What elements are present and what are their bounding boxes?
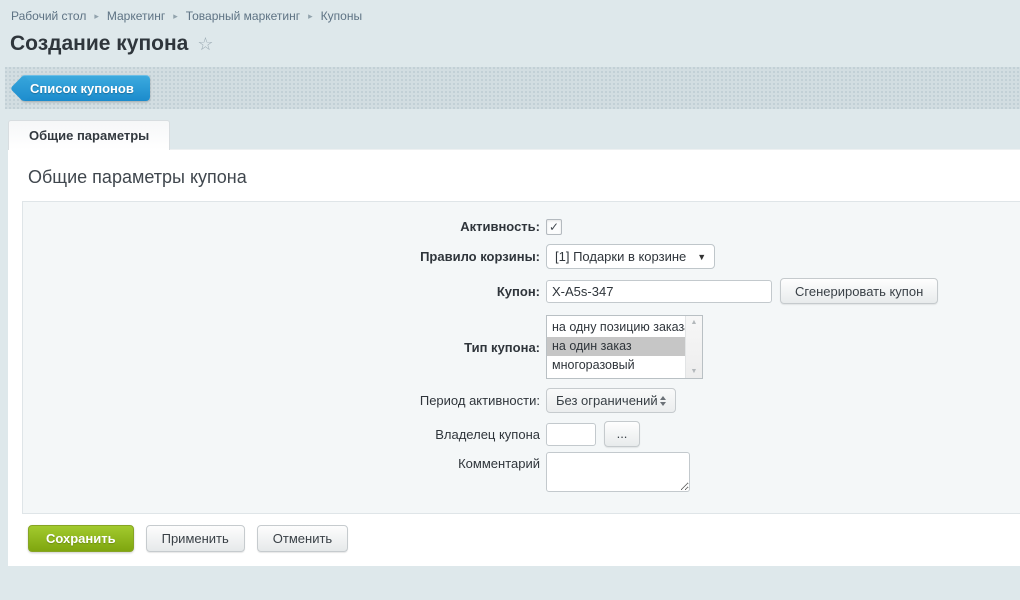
breadcrumb-separator-icon: ▸ [94,10,99,22]
scroll-up-icon[interactable]: ▲ [691,319,698,326]
basket-rule-select[interactable]: [1] Подарки в корзине ▼ [546,244,715,269]
active-period-label: Период активности: [23,392,546,409]
breadcrumb-item-coupons[interactable]: Купоны [321,9,362,23]
coupon-type-scrollbar[interactable]: ▲ ▼ [685,316,702,378]
coupon-type-option-single-item[interactable]: на одну позицию заказа [547,318,685,337]
coupon-type-label: Тип купона: [23,339,546,356]
coupon-form-panel: Активность: ✓ Правило корзины: [1] Подар… [22,201,1020,514]
coupon-code-input[interactable] [546,280,772,303]
coupon-type-row: Тип купона: на одну позицию заказа на од… [23,315,1020,379]
save-button[interactable]: Сохранить [28,525,134,552]
tab-general-parameters[interactable]: Общие параметры [8,120,170,150]
main-content: Общие параметры купона Активность: ✓ Пра… [8,149,1020,566]
generate-coupon-button[interactable]: Сгенерировать купон [780,278,938,304]
activity-label: Активность: [23,218,546,235]
breadcrumb-separator-icon: ▸ [173,10,178,22]
footer-button-bar: Сохранить Применить Отменить [8,514,1020,552]
owner-browse-button[interactable]: ... [604,421,640,447]
active-period-select[interactable]: Без ограничений [546,388,676,413]
owner-input[interactable] [546,423,596,446]
chevron-down-icon: ▼ [697,252,706,262]
comment-textarea[interactable] [546,452,690,492]
checkmark-icon: ✓ [549,220,559,234]
activity-row: Активность: ✓ [23,218,1020,235]
basket-rule-label: Правило корзины: [23,248,546,265]
breadcrumb-item-desktop[interactable]: Рабочий стол [11,9,86,23]
coupon-row: Купон: Сгенерировать купон [23,278,1020,304]
active-period-selected-value: Без ограничений [556,393,658,408]
page-title-row: Создание купона ☆ [0,23,1020,56]
active-period-row: Период активности: Без ограничений [23,388,1020,413]
scroll-down-icon[interactable]: ▼ [691,368,698,375]
basket-rule-row: Правило корзины: [1] Подарки в корзине ▼ [23,244,1020,269]
owner-row: Владелец купона ... [23,421,1020,447]
coupon-type-option-multiuse[interactable]: многоразовый [547,356,685,375]
breadcrumb: Рабочий стол ▸ Маркетинг ▸ Товарный марк… [0,0,1020,23]
coupon-type-listbox[interactable]: на одну позицию заказа на один заказ мно… [546,315,703,379]
coupon-type-option-single-order[interactable]: на один заказ [547,337,685,356]
tab-bar: Общие параметры [8,120,1020,149]
apply-button[interactable]: Применить [146,525,245,552]
comment-row: Комментарий [23,452,1020,492]
coupon-label: Купон: [23,283,546,300]
coupon-list-button[interactable]: Список купонов [21,75,150,101]
section-title: Общие параметры купона [8,150,1020,188]
select-spinner-icon [660,396,666,406]
comment-label: Комментарий [23,452,546,472]
basket-rule-selected-value: [1] Подарки в корзине [555,249,686,264]
activity-checkbox[interactable]: ✓ [546,219,562,235]
breadcrumb-item-marketing[interactable]: Маркетинг [107,9,165,23]
cancel-button[interactable]: Отменить [257,525,348,552]
page-title: Создание купона [10,31,188,56]
favorite-star-icon[interactable]: ☆ [197,35,213,53]
breadcrumb-separator-icon: ▸ [308,10,313,22]
owner-label: Владелец купона [23,426,546,443]
coupon-list-button-label: Список купонов [30,81,134,96]
coupon-type-options: на одну позицию заказа на один заказ мно… [547,316,685,378]
breadcrumb-item-product-marketing[interactable]: Товарный маркетинг [186,9,300,23]
toolbar: Список купонов [5,67,1020,109]
